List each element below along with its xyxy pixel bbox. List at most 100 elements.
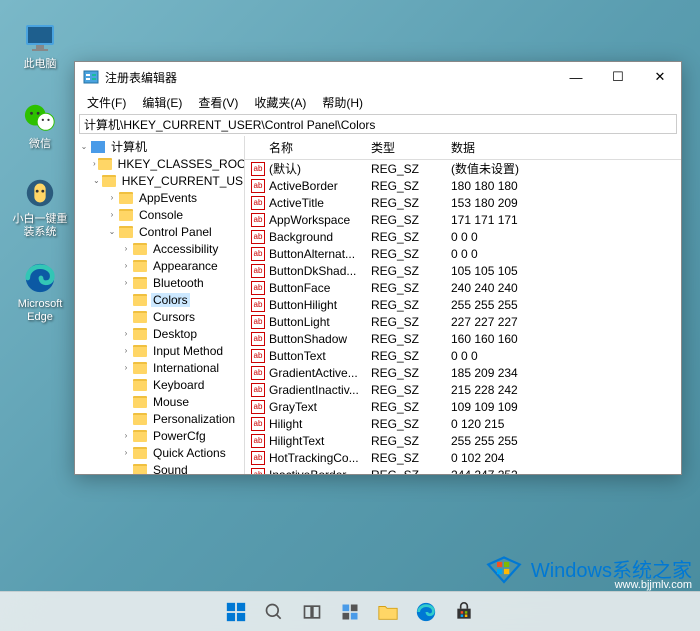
col-name[interactable]: 名称	[245, 136, 365, 159]
start-button[interactable]	[218, 594, 254, 630]
tree-item[interactable]: Mouse	[75, 393, 244, 410]
list-view[interactable]: 名称 类型 数据 ab(默认)REG_SZ(数值未设置)abActiveBord…	[245, 136, 681, 474]
caret-icon[interactable]: ›	[121, 431, 131, 441]
caret-icon[interactable]	[121, 380, 131, 390]
titlebar[interactable]: 注册表编辑器 — ☐ ✕	[75, 62, 681, 92]
tree-item[interactable]: ›Accessibility	[75, 240, 244, 257]
cell-type: REG_SZ	[365, 332, 445, 346]
col-data[interactable]: 数据	[445, 136, 681, 159]
maximize-button[interactable]: ☐	[597, 62, 639, 92]
caret-icon[interactable]: ›	[121, 329, 131, 339]
desktop-icon-xiaobai[interactable]: 小白一键重装系统	[12, 175, 68, 239]
desktop-icon-pc[interactable]: 此电脑	[12, 20, 68, 71]
list-row[interactable]: abButtonLightREG_SZ227 227 227	[245, 313, 681, 330]
list-row[interactable]: abActiveBorderREG_SZ180 180 180	[245, 177, 681, 194]
watermark: Windows系统之家 www.bjjmlv.com	[483, 547, 692, 589]
caret-icon[interactable]: ⌄	[79, 142, 89, 152]
widgets-button[interactable]	[332, 594, 368, 630]
caret-icon[interactable]	[121, 397, 131, 407]
list-row[interactable]: ab(默认)REG_SZ(数值未设置)	[245, 160, 681, 177]
tree-item[interactable]: ›International	[75, 359, 244, 376]
caret-icon[interactable]: ›	[121, 363, 131, 373]
list-row[interactable]: abHilightTextREG_SZ255 255 255	[245, 432, 681, 449]
taskbar[interactable]	[0, 591, 700, 631]
caret-icon[interactable]: ⌄	[93, 176, 100, 186]
list-row[interactable]: abButtonTextREG_SZ0 0 0	[245, 347, 681, 364]
list-row[interactable]: abButtonAlternat...REG_SZ0 0 0	[245, 245, 681, 262]
list-row[interactable]: abBackgroundREG_SZ0 0 0	[245, 228, 681, 245]
tree-view[interactable]: ⌄计算机›HKEY_CLASSES_ROOT⌄HKEY_CURRENT_USER…	[75, 136, 245, 474]
edge-button[interactable]	[408, 594, 444, 630]
list-header[interactable]: 名称 类型 数据	[245, 136, 681, 160]
tree-item[interactable]: Colors	[75, 291, 244, 308]
caret-icon[interactable]	[121, 312, 131, 322]
tree-item[interactable]: ⌄HKEY_CURRENT_USER	[75, 172, 244, 189]
close-button[interactable]: ✕	[639, 62, 681, 92]
list-row[interactable]: abInactiveBorderREG_SZ244 247 252	[245, 466, 681, 474]
desktop-icon-label: 微信	[12, 138, 68, 151]
menu-item[interactable]: 查看(V)	[190, 92, 246, 112]
caret-icon[interactable]: ›	[121, 261, 131, 271]
tree-item[interactable]: ⌄Control Panel	[75, 223, 244, 240]
desktop-icon-wechat[interactable]: 微信	[12, 100, 68, 151]
folder-icon	[133, 294, 147, 306]
desktop-icon-edge[interactable]: Microsoft Edge	[12, 260, 68, 324]
caret-icon[interactable]: ›	[121, 244, 131, 254]
reg-string-icon: ab	[251, 179, 265, 193]
caret-icon[interactable]: ›	[121, 346, 131, 356]
list-row[interactable]: abActiveTitleREG_SZ153 180 209	[245, 194, 681, 211]
tree-item[interactable]: ›Appearance	[75, 257, 244, 274]
list-row[interactable]: abAppWorkspaceREG_SZ171 171 171	[245, 211, 681, 228]
list-row[interactable]: abGradientActive...REG_SZ185 209 234	[245, 364, 681, 381]
tree-item[interactable]: Cursors	[75, 308, 244, 325]
tree-item[interactable]: ›Bluetooth	[75, 274, 244, 291]
tree-item[interactable]: Keyboard	[75, 376, 244, 393]
list-row[interactable]: abButtonFaceREG_SZ240 240 240	[245, 279, 681, 296]
caret-icon[interactable]	[121, 465, 131, 475]
store-button[interactable]	[446, 594, 482, 630]
caret-icon[interactable]: ⌄	[107, 227, 117, 237]
minimize-button[interactable]: —	[555, 62, 597, 92]
menu-item[interactable]: 收藏夹(A)	[246, 92, 314, 112]
tree-item[interactable]: ›HKEY_CLASSES_ROOT	[75, 155, 244, 172]
list-row[interactable]: abButtonHilightREG_SZ255 255 255	[245, 296, 681, 313]
tree-item[interactable]: ›PowerCfg	[75, 427, 244, 444]
list-row[interactable]: abGradientInactiv...REG_SZ215 228 242	[245, 381, 681, 398]
caret-icon[interactable]	[121, 414, 131, 424]
folder-icon	[133, 464, 147, 475]
tree-label: AppEvents	[137, 191, 199, 205]
explorer-button[interactable]	[370, 594, 406, 630]
col-type[interactable]: 类型	[365, 136, 445, 159]
list-row[interactable]: abGrayTextREG_SZ109 109 109	[245, 398, 681, 415]
caret-icon[interactable]: ›	[107, 193, 117, 203]
caret-icon[interactable]: ›	[121, 278, 131, 288]
cell-name: abHotTrackingCo...	[245, 451, 365, 465]
address-bar[interactable]: 计算机\HKEY_CURRENT_USER\Control Panel\Colo…	[79, 114, 677, 134]
tree-item[interactable]: Sound	[75, 461, 244, 474]
caret-icon[interactable]: ›	[121, 448, 131, 458]
list-row[interactable]: abHilightREG_SZ0 120 215	[245, 415, 681, 432]
taskview-button[interactable]	[294, 594, 330, 630]
tree-item[interactable]: ›Desktop	[75, 325, 244, 342]
tree-item[interactable]: ›Console	[75, 206, 244, 223]
caret-icon[interactable]: ›	[107, 210, 117, 220]
reg-string-icon: ab	[251, 264, 265, 278]
caret-icon[interactable]: ›	[93, 159, 96, 169]
windows-logo-icon	[483, 547, 525, 589]
tree-item[interactable]: ›Input Method	[75, 342, 244, 359]
tree-label: Personalization	[151, 412, 237, 426]
menu-item[interactable]: 文件(F)	[79, 92, 134, 112]
wechat-icon	[22, 100, 58, 136]
list-row[interactable]: abButtonDkShad...REG_SZ105 105 105	[245, 262, 681, 279]
tree-root[interactable]: ⌄计算机	[75, 138, 244, 155]
list-row[interactable]: abButtonShadowREG_SZ160 160 160	[245, 330, 681, 347]
tree-item[interactable]: Personalization	[75, 410, 244, 427]
menu-item[interactable]: 编辑(E)	[134, 92, 190, 112]
caret-icon[interactable]	[121, 295, 131, 305]
tree-item[interactable]: ›Quick Actions	[75, 444, 244, 461]
search-button[interactable]	[256, 594, 292, 630]
tree-item[interactable]: › AppEvents	[75, 189, 244, 206]
menu-item[interactable]: 帮助(H)	[314, 92, 371, 112]
reg-string-icon: ab	[251, 451, 265, 465]
list-row[interactable]: abHotTrackingCo...REG_SZ0 102 204	[245, 449, 681, 466]
